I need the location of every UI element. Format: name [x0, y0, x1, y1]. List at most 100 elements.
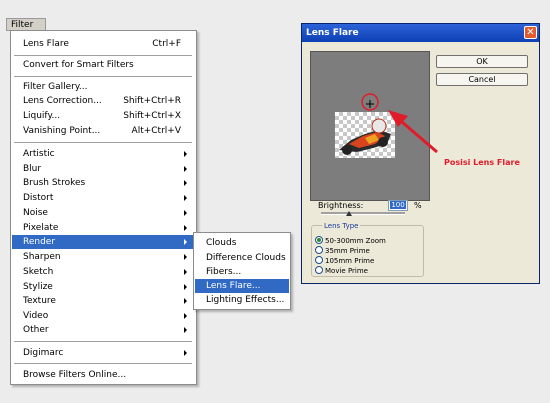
menu-item-label: Filter Gallery...: [23, 82, 88, 92]
menu-item-artistic[interactable]: Artistic: [12, 147, 195, 161]
submenu-arrow-icon: [184, 350, 187, 356]
menu-item-stylize[interactable]: Stylize: [12, 280, 195, 294]
menu-item-filter-gallery[interactable]: Filter Gallery...: [12, 80, 195, 94]
menu-item-label: Other: [23, 325, 49, 335]
ok-button[interactable]: OK: [436, 55, 528, 68]
menu-item-label: Digimarc: [23, 348, 64, 358]
submenu-item-clouds[interactable]: Clouds: [195, 236, 289, 250]
menu-item-label: Distort: [23, 193, 54, 203]
menu-separator: [14, 363, 192, 364]
lens-type-label: Lens Type: [322, 222, 361, 230]
submenu-arrow-icon: [184, 313, 187, 319]
submenu-arrow-icon: [184, 284, 187, 290]
menu-item-lens-correction[interactable]: Lens Correction... Shift+Ctrl+R: [12, 94, 195, 108]
menu-item-sharpen[interactable]: Sharpen: [12, 250, 195, 264]
submenu-arrow-icon: [184, 151, 187, 157]
menu-item-convert-smart-filters[interactable]: Convert for Smart Filters: [12, 58, 195, 72]
menu-item-texture[interactable]: Texture: [12, 294, 195, 308]
filter-menu: Lens Flare Ctrl+F Convert for Smart Filte…: [10, 30, 197, 385]
brightness-field[interactable]: 100: [388, 200, 408, 211]
menu-item-other[interactable]: Other: [12, 323, 195, 337]
submenu-arrow-icon: [184, 166, 187, 172]
menu-item-label: Video: [23, 311, 49, 321]
radio-icon: [315, 266, 323, 274]
menu-item-video[interactable]: Video: [12, 309, 195, 323]
menu-item-label: Convert for Smart Filters: [23, 60, 134, 70]
submenu-arrow-icon: [184, 254, 187, 260]
menu-item-label: Sharpen: [23, 252, 61, 262]
submenu-arrow-icon: [184, 239, 187, 245]
menu-item-label: Render: [23, 237, 56, 247]
radio-movie-prime[interactable]: Movie Prime: [315, 266, 368, 275]
close-icon[interactable]: ✕: [524, 26, 537, 39]
menu-separator: [14, 55, 192, 56]
menu-item-label: Blur: [23, 164, 42, 174]
render-submenu: Clouds Difference Clouds Fibers... Lens …: [193, 232, 291, 310]
menu-item-label: Artistic: [23, 149, 55, 159]
menu-item-label: Noise: [23, 208, 48, 218]
radio-105mm-prime[interactable]: 105mm Prime: [315, 256, 374, 265]
submenu-arrow-icon: [184, 269, 187, 275]
lens-flare-dialog: Lens Flare ✕ OK Cancel Brightness: 100 %…: [301, 23, 540, 284]
menu-item-label: Lens Flare: [23, 39, 69, 49]
menu-item-shortcut: Ctrl+F: [152, 39, 181, 49]
radio-icon: [315, 246, 323, 254]
menu-item-vanishing-point[interactable]: Vanishing Point... Alt+Ctrl+V: [12, 124, 195, 138]
menu-item-liquify[interactable]: Liquify... Shift+Ctrl+X: [12, 109, 195, 123]
menu-item-label: Texture: [23, 296, 56, 306]
menu-item-render[interactable]: Render: [12, 235, 195, 249]
submenu-arrow-icon: [184, 327, 187, 333]
radio-50-300mm-zoom[interactable]: 50-300mm Zoom: [315, 236, 386, 245]
submenu-arrow-icon: [184, 225, 187, 231]
menu-item-label: Brush Strokes: [23, 178, 86, 188]
submenu-item-lens-flare[interactable]: Lens Flare...: [195, 279, 289, 293]
menu-item-shortcut: Alt+Ctrl+V: [131, 126, 181, 136]
menu-item-sketch[interactable]: Sketch: [12, 265, 195, 279]
menu-item-blur[interactable]: Blur: [12, 162, 195, 176]
radio-icon: [315, 256, 323, 264]
dialog-title: Lens Flare: [302, 24, 539, 42]
radio-selected-icon: [315, 236, 323, 244]
submenu-item-lighting-effects[interactable]: Lighting Effects...: [195, 293, 289, 307]
submenu-item-difference-clouds[interactable]: Difference Clouds: [195, 251, 289, 265]
menu-separator: [14, 142, 192, 143]
submenu-arrow-icon: [184, 180, 187, 186]
menu-item-label: Liquify...: [23, 111, 61, 121]
cancel-button[interactable]: Cancel: [436, 73, 528, 86]
menu-separator: [14, 76, 192, 77]
submenu-item-fibers[interactable]: Fibers...: [195, 265, 289, 279]
submenu-arrow-icon: [184, 298, 187, 304]
menu-item-digimarc[interactable]: Digimarc: [12, 346, 195, 360]
submenu-arrow-icon: [184, 195, 187, 201]
radio-label: Movie Prime: [325, 267, 368, 275]
menu-item-lens-flare[interactable]: Lens Flare Ctrl+F: [12, 37, 195, 51]
menu-item-label: Lens Correction...: [23, 96, 102, 106]
brightness-label: Brightness:: [318, 201, 364, 210]
menu-item-label: Vanishing Point...: [23, 126, 101, 136]
menu-separator: [14, 341, 192, 342]
percent-label: %: [414, 201, 422, 210]
brightness-slider-track[interactable]: [321, 212, 405, 215]
flare-preview[interactable]: [310, 51, 430, 201]
radio-label: 105mm Prime: [325, 257, 375, 265]
menu-item-brush-strokes[interactable]: Brush Strokes: [12, 176, 195, 190]
annotation-label: Posisi Lens Flare: [444, 158, 520, 167]
menu-item-distort[interactable]: Distort: [12, 191, 195, 205]
menu-item-pixelate[interactable]: Pixelate: [12, 221, 195, 235]
brightness-slider-thumb[interactable]: [346, 211, 352, 216]
radio-label: 50-300mm Zoom: [325, 237, 386, 245]
menu-item-browse-filters-online[interactable]: Browse Filters Online...: [12, 368, 195, 382]
radio-label: 35mm Prime: [325, 247, 370, 255]
menu-item-label: Sketch: [23, 267, 54, 277]
menu-item-label: Stylize: [23, 282, 53, 292]
radio-35mm-prime[interactable]: 35mm Prime: [315, 246, 370, 255]
brightness-value: 100: [390, 201, 406, 209]
preview-image: [335, 112, 395, 158]
submenu-arrow-icon: [184, 210, 187, 216]
menu-item-label: Browse Filters Online...: [23, 370, 127, 380]
menu-item-shortcut: Shift+Ctrl+X: [123, 111, 181, 121]
racer-image: [339, 118, 391, 155]
menu-item-label: Pixelate: [23, 223, 59, 233]
menu-item-shortcut: Shift+Ctrl+R: [123, 96, 181, 106]
menu-item-noise[interactable]: Noise: [12, 206, 195, 220]
